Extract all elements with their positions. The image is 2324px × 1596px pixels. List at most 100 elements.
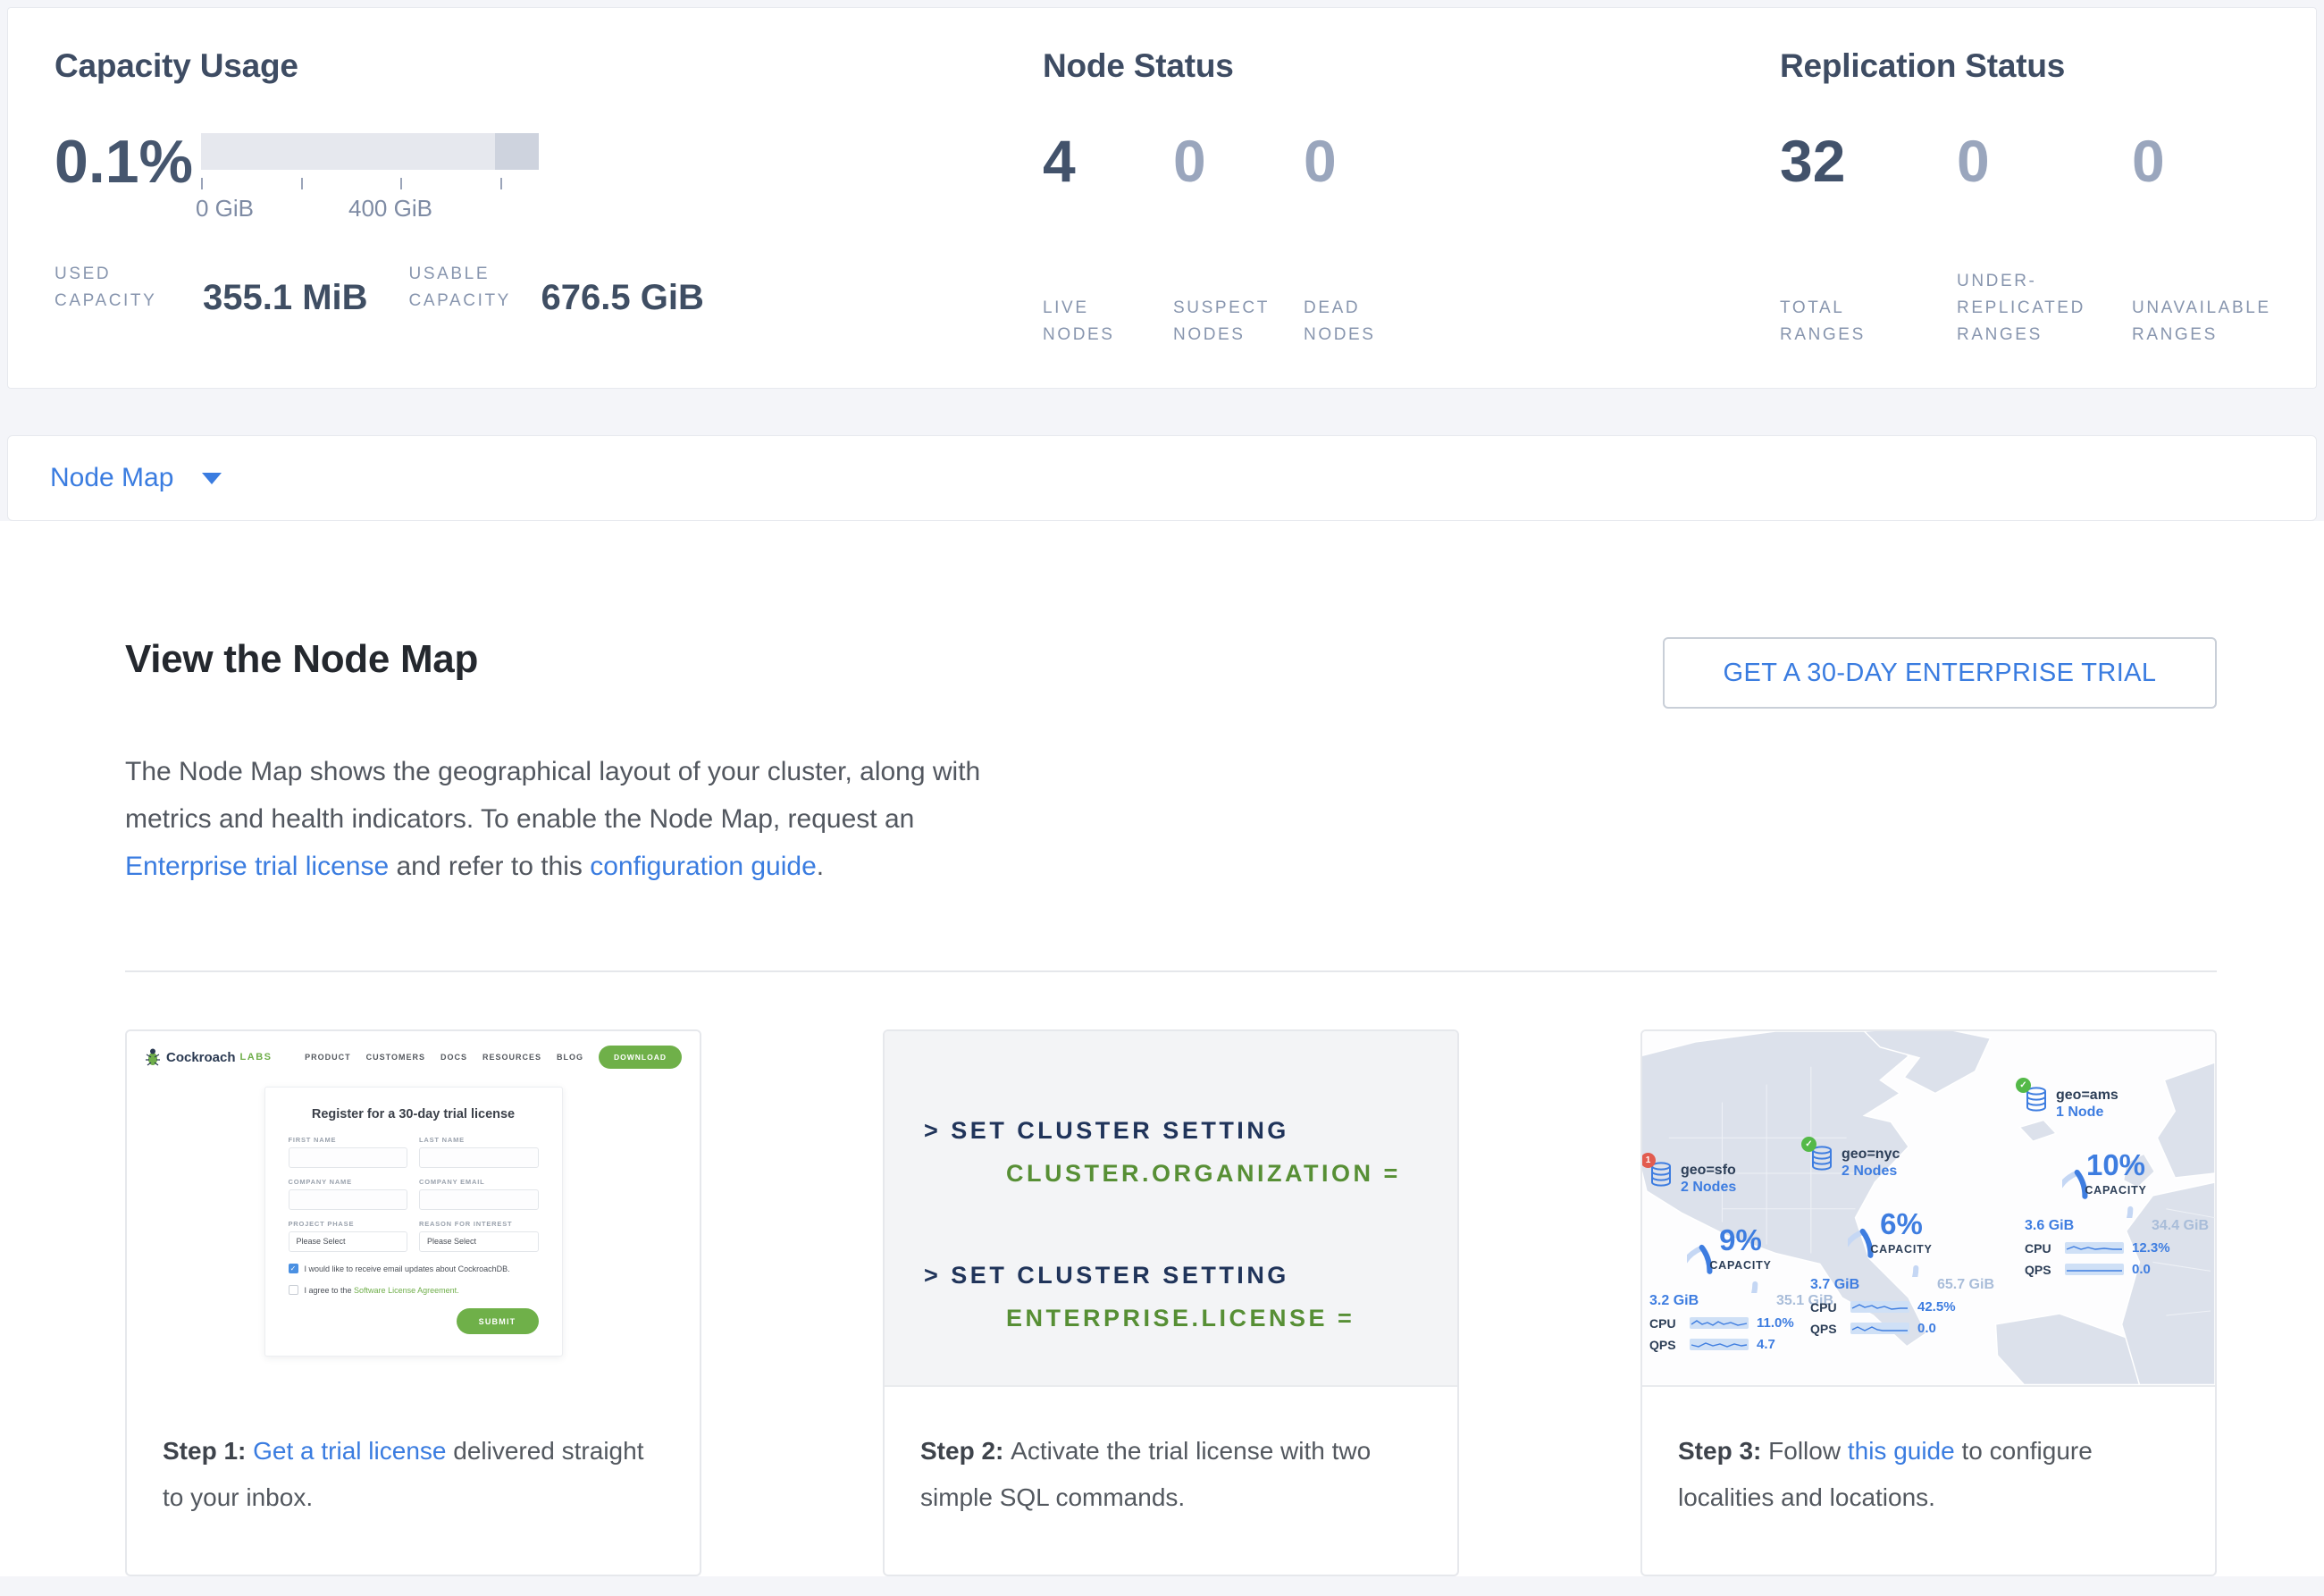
- sql-command-1: SET CLUSTER SETTING: [951, 1117, 1289, 1144]
- step1-thumbnail: Cockroach LABS PRODUCT CUSTOMERS DOCS RE…: [127, 1031, 700, 1387]
- step2-caption: Step 2: Activate the trial license with …: [885, 1387, 1457, 1521]
- configuration-guide-link[interactable]: configuration guide: [590, 852, 817, 881]
- used-capacity-stat: USED CAPACITY 355.1 MiB: [55, 261, 368, 315]
- sql-command-2: SET CLUSTER SETTING: [951, 1262, 1289, 1289]
- unavailable-ranges-label: UNAVAILABLE RANGES: [2132, 295, 2291, 349]
- cluster-summary-panel: Capacity Usage 0.1% 0 GiB 400 GiB: [7, 7, 2317, 389]
- company-name-field: [289, 1189, 408, 1210]
- warning-badge: 1: [1640, 1153, 1656, 1168]
- step3-caption: Step 3: Follow this guide to configure l…: [1642, 1387, 2215, 1521]
- project-phase-select: Please Select: [289, 1231, 408, 1252]
- step1-label: Step 1:: [163, 1437, 253, 1465]
- used-capacity-value: 355.1 MiB: [203, 281, 368, 315]
- cpu-label: CPU: [1649, 1316, 1682, 1331]
- cpu-label: CPU: [1810, 1300, 1842, 1315]
- sql-arg-2: ENTERPRISE.LICENSE =: [1006, 1298, 1422, 1339]
- usable-capacity-stat: USABLE CAPACITY 676.5 GiB: [409, 261, 704, 315]
- email-updates-label: I would like to receive email updates ab…: [305, 1264, 510, 1273]
- capacity-gauge: 6% CAPACITY: [1848, 1184, 1955, 1277]
- live-nodes-label: LIVE NODES: [1043, 295, 1143, 349]
- step3-card: 1 geo=sfo 2 Nodes: [1640, 1029, 2217, 1576]
- get-trial-license-link[interactable]: Get a trial license: [253, 1437, 446, 1465]
- last-name-field: [419, 1147, 539, 1168]
- locality-ams: ✓ geo=ams 1 Node: [2025, 1087, 2217, 1277]
- locality-name: geo=nyc: [1842, 1146, 1900, 1163]
- cpu-sparkline: [2065, 1242, 2124, 1254]
- locality-nyc: ✓ geo=nyc 2 Nodes: [1810, 1146, 2005, 1336]
- capacity-bar: [201, 133, 539, 170]
- capacity-axis-ticks: [201, 178, 539, 190]
- qps-label: QPS: [1649, 1338, 1682, 1352]
- qps-value: 0.0: [1917, 1321, 1936, 1336]
- capacity-usage-title: Capacity Usage: [55, 47, 1043, 85]
- capacity-tick-label-400: 400 GiB: [348, 195, 432, 223]
- cpu-value: 42.5%: [1917, 1299, 1956, 1315]
- gauge-capacity-label: CAPACITY: [1848, 1243, 1955, 1256]
- capacity-bar-reserved-segment: [495, 133, 539, 170]
- capacity-used: 3.7 GiB: [1810, 1277, 1859, 1293]
- dead-nodes-stat: 0 DEAD NODES: [1304, 131, 1434, 349]
- cpu-label: CPU: [2025, 1241, 2057, 1256]
- brand-name: Cockroach: [166, 1050, 236, 1065]
- step2-card: > SET CLUSTER SETTING CLUSTER.ORGANIZATI…: [883, 1029, 1459, 1576]
- enterprise-trial-button[interactable]: GET A 30-DAY ENTERPRISE TRIAL: [1663, 637, 2217, 709]
- qps-value: 0.0: [2132, 1262, 2151, 1277]
- step1-card: Cockroach LABS PRODUCT CUSTOMERS DOCS RE…: [125, 1029, 701, 1576]
- section-divider: [125, 970, 2217, 972]
- capacity-used: 3.2 GiB: [1649, 1293, 1699, 1309]
- step3-text-1: Follow: [1768, 1437, 1848, 1465]
- brand-suffix: LABS: [240, 1052, 273, 1063]
- gauge-capacity-label: CAPACITY: [2062, 1184, 2169, 1197]
- intro-paragraph: The Node Map shows the geographical layo…: [125, 748, 987, 890]
- gauge-percent: 10%: [2062, 1148, 2169, 1182]
- sql-prompt: >: [924, 1117, 941, 1144]
- node-map-dropdown[interactable]: Node Map: [50, 463, 173, 493]
- intro-text-2: and refer to this: [389, 852, 590, 881]
- chevron-down-icon[interactable]: [202, 473, 222, 484]
- capacity-gauge: 9% CAPACITY: [1687, 1200, 1794, 1293]
- capacity-total: 34.4 GiB: [2152, 1218, 2209, 1234]
- sql-arg-1: CLUSTER.ORGANIZATION =: [1006, 1153, 1422, 1194]
- this-guide-link[interactable]: this guide: [1848, 1437, 1955, 1465]
- cpu-sparkline: [1690, 1317, 1749, 1329]
- nav-customers: CUSTOMERS: [366, 1053, 425, 1062]
- sql-prompt: >: [924, 1262, 941, 1289]
- under-replicated-ranges-label: UNDER-REPLICATED RANGES: [1957, 268, 2107, 349]
- qps-sparkline: [1850, 1323, 1909, 1334]
- under-replicated-ranges-stat: 0 UNDER-REPLICATED RANGES: [1957, 131, 2132, 349]
- suspect-nodes-label: SUSPECT NODES: [1173, 295, 1284, 349]
- qps-sparkline: [1690, 1339, 1749, 1350]
- form-title: Register for a 30-day trial license: [289, 1107, 539, 1121]
- capacity-tick-label-0: 0 GiB: [196, 195, 254, 223]
- total-ranges-value: 32: [1780, 131, 1957, 190]
- suspect-nodes-value: 0: [1173, 131, 1304, 190]
- dead-nodes-value: 0: [1304, 131, 1434, 190]
- locality-name: geo=ams: [2056, 1087, 2118, 1104]
- usable-capacity-value: 676.5 GiB: [541, 281, 704, 315]
- enterprise-trial-license-link[interactable]: Enterprise trial license: [125, 852, 389, 881]
- company-email-label: COMPANY EMAIL: [419, 1178, 539, 1186]
- replication-status-section: Replication Status 32 TOTAL RANGES 0 UND…: [1780, 47, 2316, 388]
- capacity-gauge: 10% CAPACITY: [2062, 1125, 2169, 1218]
- suspect-nodes-stat: 0 SUSPECT NODES: [1173, 131, 1304, 349]
- page-title: View the Node Map: [125, 637, 478, 682]
- nav-docs: DOCS: [440, 1053, 467, 1062]
- node-status-title: Node Status: [1043, 47, 1780, 85]
- reason-for-interest-label: REASON FOR INTEREST: [419, 1220, 539, 1228]
- node-map-placeholder-content: View the Node Map GET A 30-DAY ENTERPRIS…: [0, 521, 2324, 1576]
- intro-text-1: The Node Map shows the geographical layo…: [125, 757, 980, 834]
- locality-node-count: 2 Nodes: [1842, 1163, 1900, 1180]
- unavailable-ranges-stat: 0 UNAVAILABLE RANGES: [2132, 131, 2302, 349]
- intro-text-3: .: [817, 852, 824, 881]
- locality-node-count: 2 Nodes: [1681, 1179, 1736, 1197]
- download-button: DOWNLOAD: [599, 1046, 682, 1069]
- last-name-label: LAST NAME: [419, 1136, 539, 1144]
- usable-capacity-label: USABLE CAPACITY: [409, 261, 527, 315]
- gauge-percent: 9%: [1687, 1223, 1794, 1257]
- dead-nodes-label: DEAD NODES: [1304, 295, 1404, 349]
- nav-product: PRODUCT: [305, 1053, 351, 1062]
- capacity-bar-chart: 0 GiB 400 GiB: [201, 131, 539, 222]
- company-email-field: [419, 1189, 539, 1210]
- qps-label: QPS: [1810, 1322, 1842, 1336]
- qps-sparkline: [2065, 1264, 2124, 1275]
